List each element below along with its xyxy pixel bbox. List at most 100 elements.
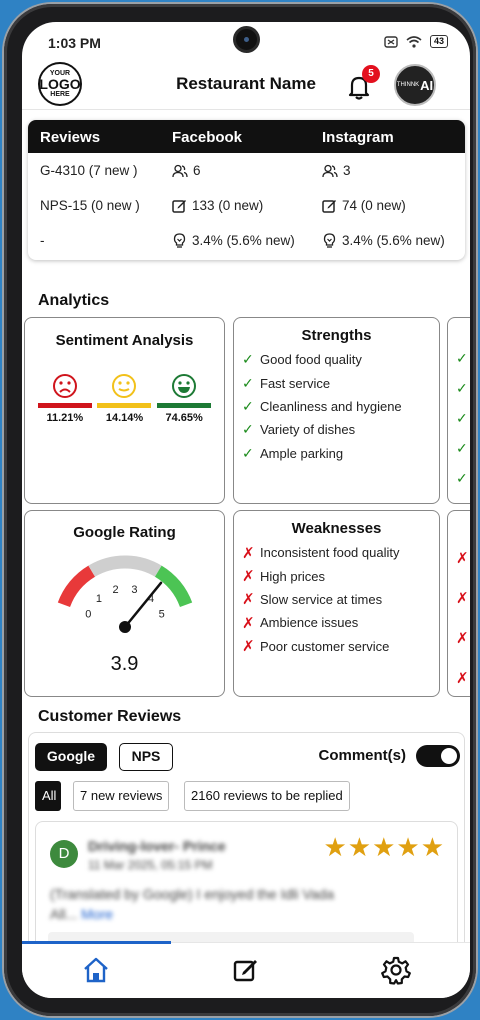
sentiment-negative-bar (37, 403, 92, 408)
stats-header-facebook: Facebook (172, 129, 243, 146)
customer-reviews-title: Customer Reviews (38, 708, 182, 725)
check-icon: ✓ (242, 374, 254, 391)
stats-header: Reviews Facebook Instagram (28, 120, 465, 153)
list-item: ✓ Ample parking (242, 444, 344, 461)
stats-reviews-nps: NPS-15 (0 new ) (40, 198, 140, 213)
weaknesses-card[interactable]: Weaknesses ✗ Inconsistent food quality ✗ H… (233, 510, 440, 697)
stats-header-instagram: Instagram (322, 129, 394, 146)
stats-facebook-followers: 6 (172, 163, 201, 178)
battery-icon: 43 (429, 35, 448, 48)
review-text: (Translated by Google) I enjoyed the Idl… (50, 886, 335, 922)
stats-card: Reviews Facebook Instagram G-4310 (7 new… (28, 120, 465, 260)
cross-icon: ✗ (242, 614, 255, 632)
nav-active-indicator (22, 941, 171, 944)
gauge-low-segment (57, 565, 96, 608)
stats-instagram-posts: 74 (0 new) (322, 198, 406, 213)
edit-icon[interactable] (231, 955, 261, 985)
google-rating-title: Google Rating (73, 524, 176, 541)
sentiment-card[interactable]: Sentiment Analysis 11.21% 14.14% 74.65% (24, 317, 225, 504)
filter-to-be-replied[interactable]: 2160 reviews to be replied (184, 781, 350, 811)
cross-icon: ✗ (456, 590, 469, 607)
cross-icon: ✗ (456, 550, 469, 567)
app-header: YOUR LOGO HERE Restaurant Name 5 THINNK A… (22, 60, 470, 110)
weaknesses-list: ✗ Inconsistent food quality ✗ High prices … (234, 541, 439, 658)
check-icon: ✓ (456, 380, 468, 396)
star-rating: ★★★★★ (323, 832, 445, 862)
rating-gauge: 012 345 (57, 555, 193, 633)
stats-instagram-followers: 3 (322, 163, 351, 178)
sentiment-title: Sentiment Analysis (55, 332, 194, 349)
status-time: 1:03 PM (48, 35, 101, 51)
filter-all[interactable]: All (35, 781, 61, 811)
edit-icon (322, 200, 336, 213)
gauge-high-segment (154, 565, 193, 608)
check-icon: ✓ (242, 421, 254, 438)
cross-icon: ✗ (242, 638, 255, 656)
stats-row: - 3.4% (5.6% new) 3.4% (5.6% new) (28, 223, 465, 258)
check-icon: ✓ (456, 350, 468, 366)
gauge-hub (119, 621, 131, 633)
home-icon[interactable] (81, 955, 111, 985)
avatar[interactable]: THINNK AI (394, 64, 436, 106)
cross-icon: ✗ (456, 670, 469, 687)
scroll-content[interactable]: Reviews Facebook Instagram G-4310 (7 new… (22, 110, 470, 942)
cross-icon: ✗ (242, 591, 255, 609)
front-camera (233, 26, 260, 53)
edit-icon (172, 200, 186, 213)
wifi-icon (406, 35, 422, 48)
cross-icon: ✗ (456, 630, 469, 647)
notification-badge: 5 (362, 65, 380, 83)
gauge-tick-label: 2 (113, 584, 119, 596)
gauge-tick-label: 3 (131, 584, 137, 596)
gear-icon[interactable] (381, 955, 411, 985)
list-item: ✓ Fast service (242, 374, 331, 391)
cross-icon: ✗ (242, 568, 255, 586)
list-item: ✗ Ambience issues (242, 614, 359, 632)
neutral-face-icon (112, 374, 137, 398)
stats-reviews-google: G-4310 (7 new ) (40, 163, 138, 178)
strengths-title: Strengths (301, 327, 372, 344)
check-icon: ✓ (242, 397, 254, 414)
comments-toggle[interactable] (416, 745, 460, 767)
no-sim-icon (384, 35, 398, 48)
status-icons: 43 (384, 35, 448, 48)
more-link[interactable]: More (81, 906, 113, 922)
strengths-card[interactable]: Strengths ✓ Good food quality ✓ Fast servi… (233, 317, 440, 504)
stats-header-reviews: Reviews (40, 129, 101, 146)
stats-row: NPS-15 (0 new ) 133 (0 new) 74 (0 new) (28, 188, 465, 223)
stats-row: G-4310 (7 new ) 6 3 (28, 153, 465, 188)
next-card-peek[interactable]: ✗ ✗ ✗ ✗ (447, 510, 470, 697)
happy-face-icon (172, 374, 197, 398)
list-item: ✗ High prices (242, 568, 326, 586)
sentiment-negative: 11.21% (37, 373, 92, 424)
check-icon: ✓ (456, 440, 468, 456)
check-icon: ✓ (242, 351, 254, 368)
reviewer-name: Driving-lover- Prince (88, 838, 226, 854)
analytics-title: Analytics (38, 292, 110, 309)
stats-reviews-other: - (40, 233, 45, 248)
filter-new-reviews[interactable]: 7 new reviews (73, 781, 170, 811)
check-icon: ✓ (242, 444, 254, 461)
strengths-list: ✓ Good food quality ✓ Fast service ✓ Cleanl… (234, 348, 439, 465)
stats-instagram-engagement: 3.4% (5.6% new) (322, 233, 445, 248)
sad-face-icon (52, 374, 77, 398)
gauge-tick-label: 0 (85, 609, 91, 621)
tab-nps[interactable]: NPS (119, 743, 173, 771)
google-rating-card[interactable]: Google Rating 012345 3.9 (24, 510, 225, 697)
engagement-icon (173, 233, 186, 248)
next-card-peek[interactable]: ✓ ✓ ✓ ✓ ✓ (447, 317, 470, 504)
list-item: ✓ Cleanliness and hygiene (242, 397, 402, 414)
bottom-nav (22, 941, 470, 998)
status-bar: 1:03 PM 43 (22, 22, 470, 64)
review-item[interactable]: D Driving-lover- Prince 11 Mar 2025, 05:… (35, 821, 458, 942)
customer-reviews-card: Google NPS Comment(s) All 7 new reviews … (28, 732, 465, 942)
engagement-icon (323, 233, 336, 248)
google-rating-value: 3.9 (110, 653, 139, 675)
list-item: ✗ Poor customer service (242, 638, 390, 656)
sentiment-positive: 74.65% (157, 373, 212, 424)
cross-icon: ✗ (242, 544, 255, 562)
tab-google[interactable]: Google (35, 743, 107, 771)
gauge-tick-label: 5 (159, 609, 165, 621)
stats-facebook-posts: 133 (0 new) (172, 198, 263, 213)
people-icon (322, 164, 338, 177)
